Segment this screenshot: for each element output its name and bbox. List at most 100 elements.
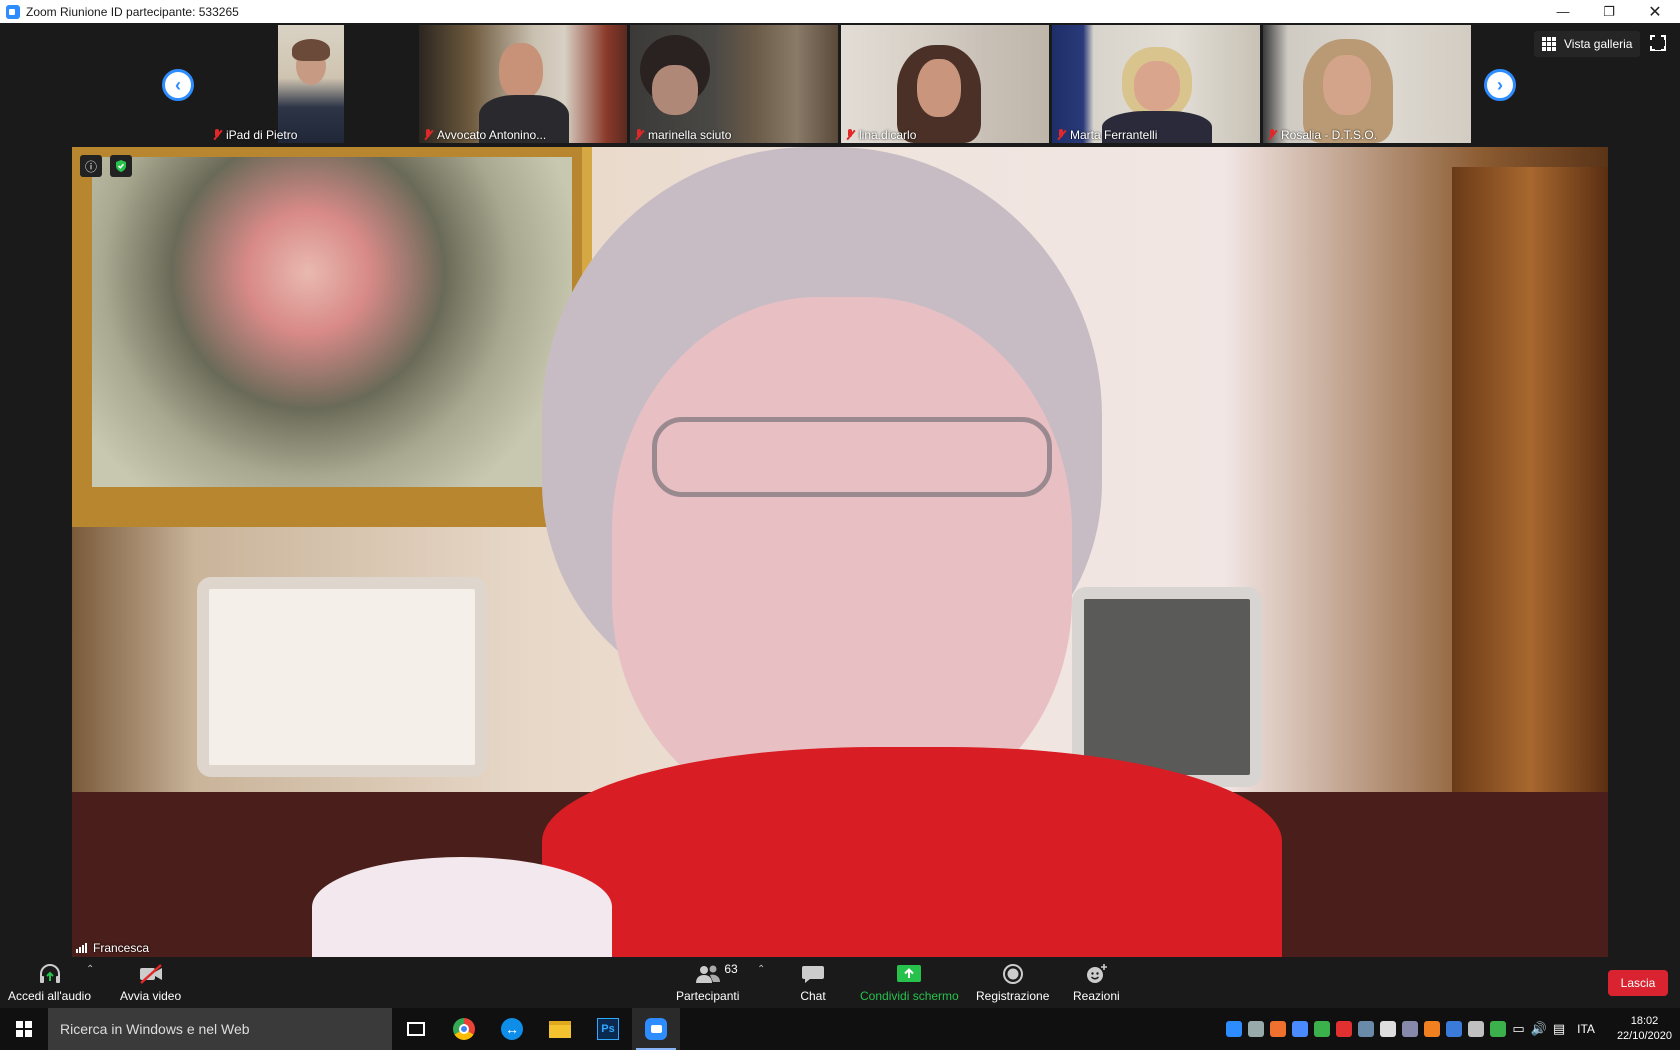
audio-options-caret[interactable]: ⌃ — [86, 964, 94, 975]
start-video-button[interactable]: Avvia video — [120, 958, 181, 1008]
active-speaker-video: ⓘ Francesca — [72, 147, 1608, 957]
participant-tile[interactable]: Rosalia - D.T.S.O. — [1263, 25, 1471, 143]
clock-date: 22/10/2020 — [1616, 1030, 1672, 1042]
share-screen-button[interactable]: Condividi schermo — [860, 958, 959, 1008]
mic-muted-icon — [1056, 129, 1066, 141]
reactions-label: Reazioni — [1073, 989, 1120, 1003]
taskbar-zoom[interactable] — [632, 1008, 680, 1050]
next-page-button[interactable]: › — [1484, 69, 1516, 101]
folder-icon — [549, 1020, 571, 1038]
search-placeholder: Ricerca in Windows e nel Web — [60, 1021, 250, 1037]
participants-count: 63 — [724, 962, 738, 976]
participant-tile[interactable]: Avvocato Antonino... — [419, 25, 627, 143]
dropbox-icon[interactable] — [1292, 1021, 1309, 1037]
tray-app-icon[interactable] — [1380, 1021, 1397, 1037]
teamviewer-icon: ↔ — [501, 1018, 523, 1040]
taskbar-photoshop[interactable]: Ps — [584, 1008, 632, 1050]
tray-app-icon[interactable] — [1490, 1021, 1507, 1037]
network-icon[interactable]: ▭ — [1512, 1021, 1524, 1037]
minimize-button[interactable]: — — [1540, 0, 1586, 23]
gallery-view-button[interactable]: Vista galleria — [1534, 31, 1641, 57]
close-button[interactable]: ✕ — [1632, 0, 1678, 23]
headphones-icon — [37, 964, 63, 984]
tray-app-icon[interactable] — [1468, 1021, 1485, 1037]
tray-app-icon[interactable] — [1336, 1021, 1353, 1037]
gallery-view-label: Vista galleria — [1564, 37, 1633, 51]
record-icon — [1000, 964, 1026, 984]
reactions-button[interactable]: Reazioni — [1073, 958, 1120, 1008]
tray-app-icon[interactable] — [1358, 1021, 1375, 1037]
tray-app-icon[interactable] — [1402, 1021, 1419, 1037]
meeting-controls-bar: Accedi all'audio ⌃ Avvia video 63 Partec… — [0, 958, 1680, 1008]
task-view-button[interactable] — [392, 1008, 440, 1050]
zoom-app-icon — [6, 4, 20, 19]
participant-tile[interactable]: marinella sciuto — [630, 25, 838, 143]
mic-muted-icon — [423, 129, 433, 141]
chrome-icon — [453, 1018, 475, 1040]
taskbar-search-box[interactable]: Ricerca in Windows e nel Web — [48, 1008, 392, 1050]
participants-options-caret[interactable]: ⌃ — [757, 964, 765, 975]
participant-tile[interactable]: iPad di Pietro — [208, 25, 416, 143]
speaker-shirt — [312, 857, 612, 957]
zoom-tray-icon[interactable] — [1226, 1021, 1243, 1037]
participant-name-label: marinella sciuto — [634, 128, 731, 142]
restore-button[interactable]: ❐ — [1586, 0, 1632, 23]
speaker-sweater — [542, 747, 1282, 957]
speaker-face — [612, 297, 1072, 817]
volume-icon[interactable]: 🔊 — [1531, 1021, 1547, 1037]
tray-app-icon[interactable] — [1424, 1021, 1441, 1037]
input-language[interactable]: ITA — [1577, 1022, 1595, 1036]
windows-taskbar: Ricerca in Windows e nel Web ↔ Ps ▭ 🔊 ▤ … — [0, 1008, 1680, 1050]
tray-app-icon[interactable] — [1248, 1021, 1265, 1037]
record-label: Registrazione — [976, 989, 1050, 1003]
encryption-shield-icon[interactable] — [110, 155, 132, 177]
participant-tile[interactable]: Marta Ferrantelli — [1052, 25, 1260, 143]
participants-button[interactable]: 63 Partecipanti — [676, 958, 739, 1008]
previous-page-button[interactable]: ‹ — [162, 69, 194, 101]
start-video-label: Avvia video — [120, 989, 182, 1003]
meeting-stage: ‹ › iPad di Pietro Avvocato Antonino... … — [0, 23, 1680, 958]
video-off-icon — [138, 964, 164, 984]
tray-app-icon[interactable] — [1446, 1021, 1463, 1037]
participant-name-label: iPad di Pietro — [212, 128, 297, 142]
zoom-icon — [645, 1018, 667, 1040]
tray-app-icon[interactable] — [1270, 1021, 1287, 1037]
speaker-glasses — [652, 417, 1052, 497]
mic-muted-icon — [1267, 129, 1277, 141]
fullscreen-icon[interactable] — [1649, 34, 1666, 51]
join-audio-label: Accedi all'audio — [8, 989, 92, 1003]
mic-muted-icon — [212, 129, 222, 141]
mic-muted-icon — [634, 129, 644, 141]
painting — [92, 157, 572, 487]
join-audio-button[interactable]: Accedi all'audio — [8, 958, 91, 1008]
photoshop-icon: Ps — [597, 1018, 619, 1040]
chat-icon — [800, 964, 826, 984]
chat-label: Chat — [800, 989, 826, 1003]
taskbar-teamviewer[interactable]: ↔ — [488, 1008, 536, 1050]
record-button[interactable]: Registrazione — [976, 958, 1049, 1008]
picture-frame-left — [197, 577, 487, 777]
taskbar-file-explorer[interactable] — [536, 1008, 584, 1050]
participants-icon: 63 — [678, 962, 738, 984]
taskbar-chrome[interactable] — [440, 1008, 488, 1050]
task-view-icon — [407, 1022, 425, 1036]
mic-muted-icon — [845, 129, 855, 141]
notification-icon[interactable]: ▤ — [1553, 1021, 1565, 1037]
tray-app-icon[interactable] — [1314, 1021, 1331, 1037]
participant-tile[interactable]: lina.dicarlo — [841, 25, 1049, 143]
leave-meeting-button[interactable]: Lascia — [1608, 970, 1668, 996]
start-button[interactable] — [0, 1008, 48, 1050]
speaker-name: Francesca — [93, 941, 150, 955]
smiley-icon — [1083, 964, 1109, 984]
system-tray: ▭ 🔊 ▤ ITA 18:02 22/10/2020 — [1226, 1008, 1680, 1050]
speaker-name-label: Francesca — [76, 941, 149, 955]
windows-logo-icon — [16, 1021, 32, 1037]
participant-name-label: Marta Ferrantelli — [1056, 128, 1157, 142]
taskbar-clock[interactable]: 18:02 22/10/2020 — [1617, 1014, 1672, 1044]
window-title: Zoom Riunione ID partecipante: 533265 — [26, 4, 239, 19]
clock-time: 18:02 — [1630, 1015, 1659, 1027]
grid-icon — [1542, 37, 1556, 51]
participant-video — [278, 25, 344, 143]
meeting-info-icon[interactable]: ⓘ — [80, 155, 102, 177]
chat-button[interactable]: Chat — [800, 958, 826, 1008]
